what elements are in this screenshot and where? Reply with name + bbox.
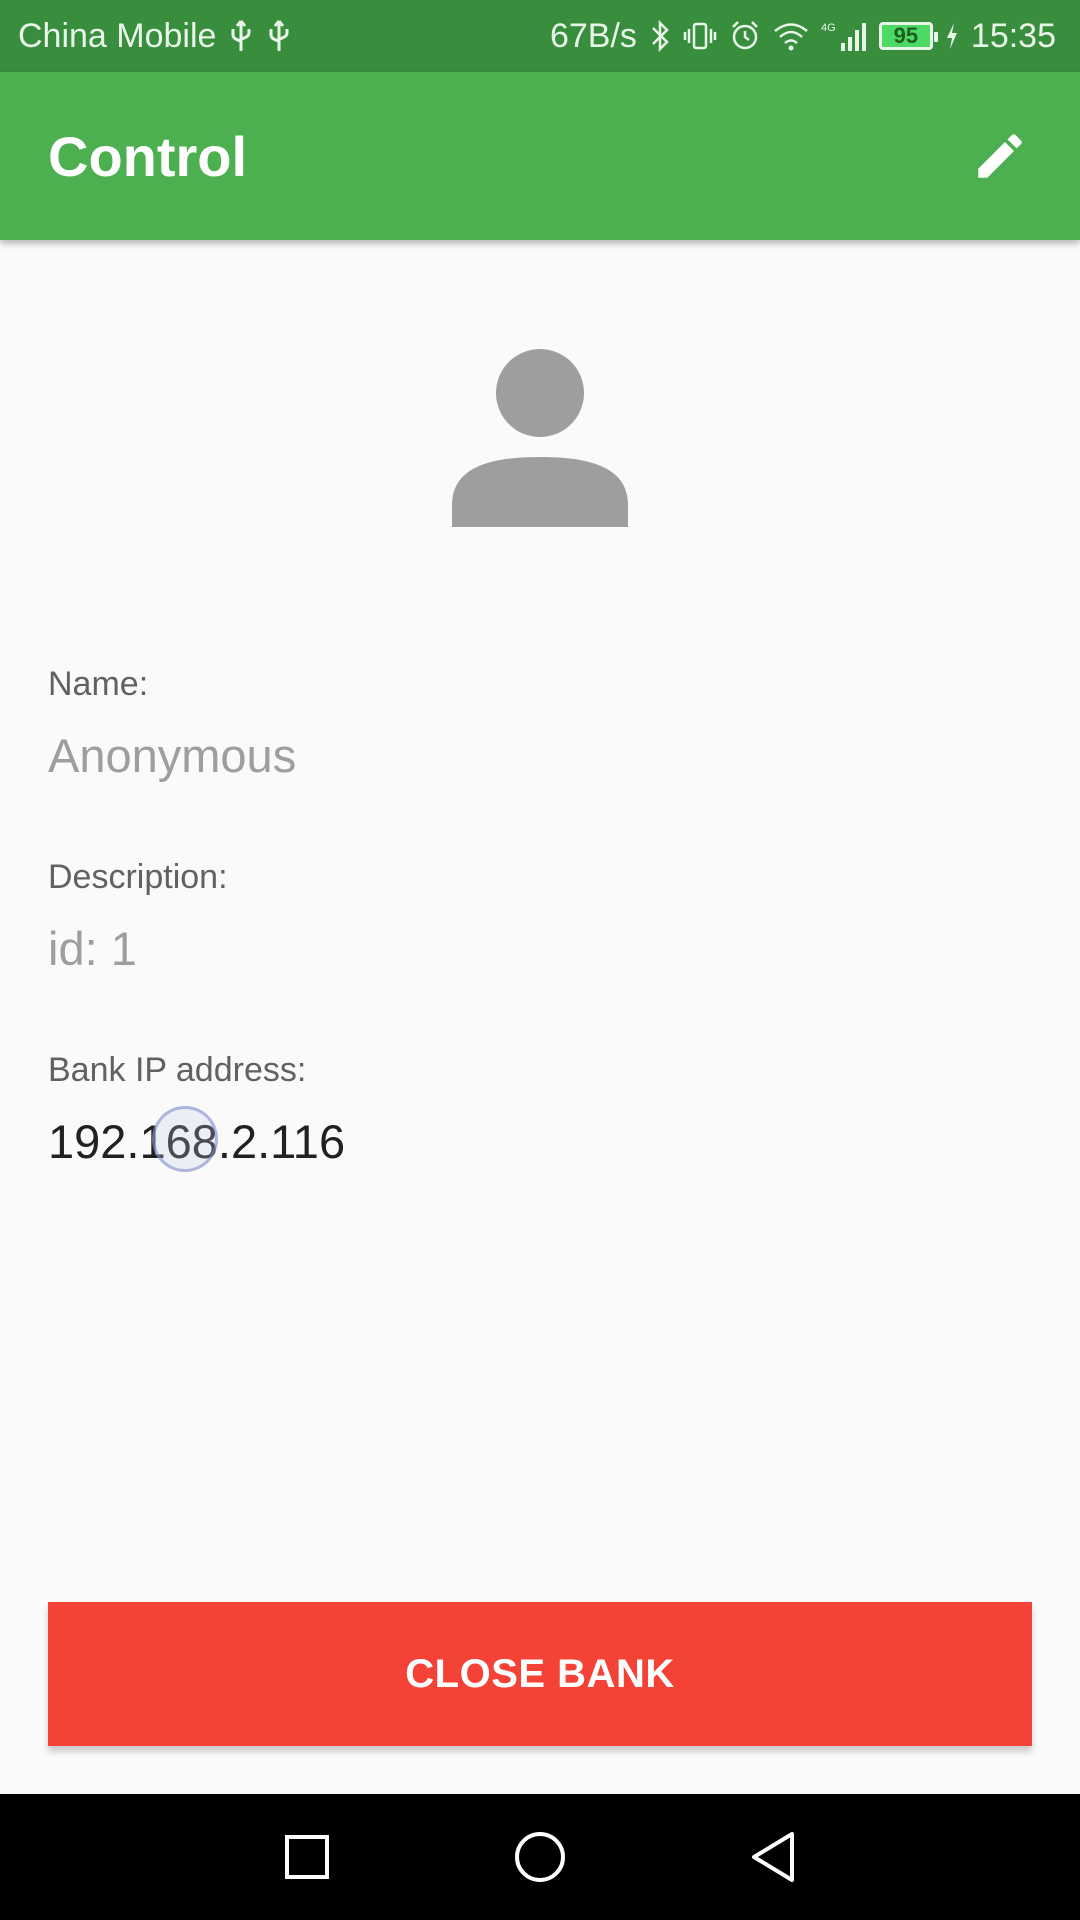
description-label: Description:: [48, 858, 228, 896]
pencil-icon: [978, 134, 1022, 178]
app-bar: Control: [0, 72, 1080, 240]
home-button[interactable]: [490, 1807, 590, 1907]
status-bar-left: China Mobile: [18, 16, 292, 56]
status-bar-right: 67B/s 4G 95 15:35: [550, 16, 1056, 56]
alarm-icon: [729, 16, 761, 56]
charging-icon: [945, 16, 959, 56]
avatar: [450, 345, 630, 530]
wifi-icon: [773, 16, 809, 56]
vibrate-icon: [683, 16, 717, 56]
touch-ripple: [152, 1106, 218, 1172]
status-bar: China Mobile 67B/s 4G 95 15:35: [0, 0, 1080, 72]
usb-debug-icon: [266, 16, 292, 56]
back-button[interactable]: [723, 1807, 823, 1907]
triangle-back-icon: [752, 1832, 795, 1882]
edit-button[interactable]: [960, 116, 1040, 196]
description-field: Description: id: 1: [48, 858, 228, 976]
description-value: id: 1: [48, 922, 137, 975]
clock: 15:35: [970, 16, 1056, 55]
battery-level: 95: [893, 23, 919, 48]
battery-icon: 95: [878, 22, 938, 50]
cell-signal-icon: 4G: [821, 16, 867, 56]
signal-type-label: 4G: [821, 22, 836, 34]
name-value: Anonymous: [48, 729, 297, 782]
carrier-name: China Mobile: [18, 16, 217, 55]
network-speed: 67B/s: [549, 16, 637, 55]
name-label: Name:: [48, 665, 149, 703]
recents-button[interactable]: [257, 1807, 357, 1907]
navigation-bar: [0, 1794, 1080, 1920]
person-icon: [452, 349, 628, 527]
circle-icon: [514, 1832, 565, 1882]
bluetooth-icon: [649, 16, 671, 56]
page-title: Control: [48, 124, 248, 188]
name-field: Name: Anonymous: [48, 665, 296, 783]
close-bank-button[interactable]: CLOSE BANK: [48, 1602, 1032, 1746]
bank-ip-label: Bank IP address:: [48, 1051, 307, 1089]
usb-icon: [228, 16, 254, 56]
square-icon: [284, 1835, 329, 1879]
